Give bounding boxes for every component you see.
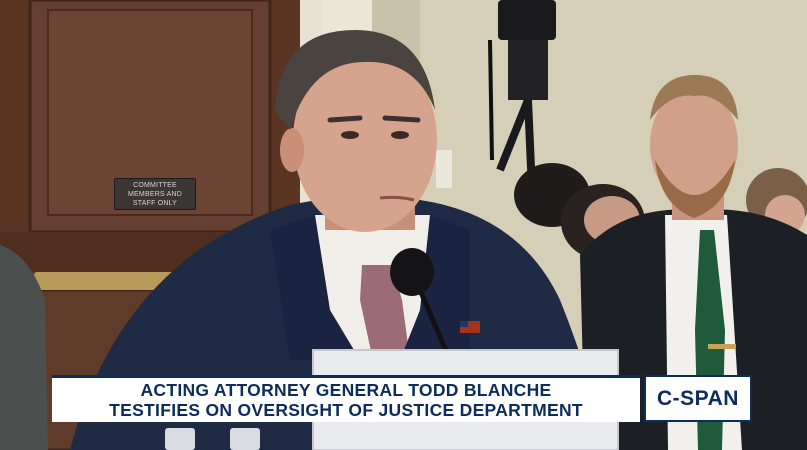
camera-cable (488, 39, 494, 161)
chyron-headline: ACTING ATTORNEY GENERAL TODD BLANCHE TES… (52, 375, 640, 422)
sign-line-1: COMMITTEE (133, 181, 177, 189)
cspan-logo: C-SPAN (644, 375, 752, 422)
outlet-plate (436, 150, 452, 188)
speaker-eye (391, 131, 409, 139)
sign-line-3: STAFF ONLY (132, 199, 178, 207)
speaker-eye (341, 131, 359, 139)
camera-mount (508, 40, 548, 100)
water-bottle (165, 428, 195, 450)
cspan-logo-text: C-SPAN (657, 386, 739, 410)
speaker-ear (280, 128, 304, 172)
sign-line-2: MEMBERS AND (128, 190, 182, 198)
lower-third-chyron: ACTING ATTORNEY GENERAL TODD BLANCHE TES… (52, 375, 752, 422)
chyron-line-1: ACTING ATTORNEY GENERAL TODD BLANCHE (140, 380, 552, 400)
water-bottle (230, 428, 260, 450)
video-frame: COMMITTEE MEMBERS AND STAFF ONLY ACTING … (0, 0, 807, 450)
chyron-line-2: TESTIFIES ON OVERSIGHT OF JUSTICE DEPART… (109, 400, 583, 420)
committee-sign: COMMITTEE MEMBERS AND STAFF ONLY (114, 178, 196, 210)
flag-pin-canton (460, 321, 468, 327)
tie-clip (708, 344, 736, 349)
camera-body (498, 0, 556, 40)
brass-rail (34, 272, 174, 290)
microphone-head (390, 248, 434, 296)
